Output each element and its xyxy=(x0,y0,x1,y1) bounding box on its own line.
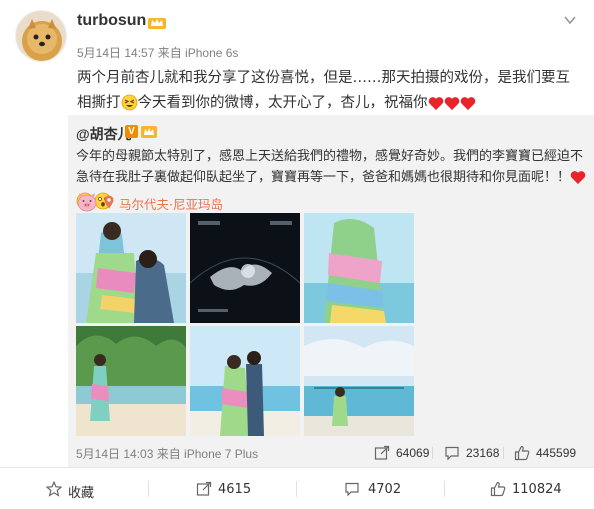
action-bar: 收藏 4615 4702 110824 xyxy=(0,467,594,509)
repost-button[interactable]: 4615 xyxy=(148,468,296,509)
share-icon xyxy=(374,445,390,461)
repost-count: 4615 xyxy=(218,482,252,497)
verified-badge-icon: V xyxy=(125,125,138,138)
author-name[interactable]: turbosun xyxy=(77,12,146,30)
photo-thumbnail[interactable] xyxy=(190,213,300,323)
chevron-down-icon[interactable] xyxy=(562,12,578,28)
post-text: 两个月前杏儿就和我分享了这份喜悦，但是……那天拍摄的戏份，是我们要互相撕打 今天看… xyxy=(77,66,582,120)
reposted-post[interactable]: @胡杏儿 V 今年的母親節太特別了，感恩上天送給我們的禮物，感覺好奇妙。我們的李… xyxy=(68,115,594,467)
favorite-button[interactable]: 收藏 xyxy=(0,468,148,509)
repost-footer: 5月14日 14:03 来自 iPhone 7 Plus 64069 23168 xyxy=(76,445,586,461)
comment-icon xyxy=(444,445,460,461)
photo-thumbnail[interactable] xyxy=(304,213,414,323)
location-label[interactable]: 马尔代夫·尼亚玛岛 xyxy=(119,194,223,213)
photo-thumbnail[interactable] xyxy=(304,326,414,436)
share-icon xyxy=(196,481,212,497)
vip-crown-icon xyxy=(148,16,166,29)
photo-thumbnail[interactable] xyxy=(76,213,186,323)
photo-thumbnail[interactable] xyxy=(76,326,186,436)
location-pin-icon xyxy=(104,195,114,209)
comment-count: 4702 xyxy=(368,482,402,497)
favorite-label: 收藏 xyxy=(68,486,95,501)
vip-crown-icon xyxy=(141,125,157,138)
post-text-part2: 今天看到你的微博，太开心了，杏儿，祝福你 xyxy=(137,95,428,111)
repost-meta: 5月14日 14:03 来自 iPhone 7 Plus xyxy=(76,447,259,461)
repost-share-count: 64069 xyxy=(396,446,430,460)
repost-author[interactable]: @胡杏儿 xyxy=(76,124,132,144)
comment-button[interactable]: 4702 xyxy=(296,468,444,509)
comment-icon xyxy=(344,481,360,497)
star-icon xyxy=(45,480,63,497)
divider xyxy=(432,447,433,459)
author-avatar[interactable] xyxy=(15,10,67,62)
repost-comment-count: 23168 xyxy=(466,446,500,460)
heart-icon xyxy=(570,170,586,192)
pig-emoji-icon xyxy=(76,192,98,212)
repost-text-body: 今年的母親節太特別了，感恩上天送給我們的禮物，感覺好奇妙。我們的李寶寶已經迫不急… xyxy=(76,149,584,185)
weibo-post: turbosun 5月14日 14:57 来自 iPhone 6s 两个月前杏儿… xyxy=(0,0,594,509)
thumbs-up-icon xyxy=(514,445,530,461)
post-meta: 5月14日 14:57 来自 iPhone 6s xyxy=(77,46,239,60)
photo-thumbnail[interactable] xyxy=(190,326,300,436)
like-button[interactable]: 110824 xyxy=(444,468,592,509)
repost-like-count: 445599 xyxy=(536,446,577,460)
thumbs-up-icon xyxy=(490,481,506,497)
divider xyxy=(503,447,504,459)
like-count: 110824 xyxy=(512,482,562,497)
